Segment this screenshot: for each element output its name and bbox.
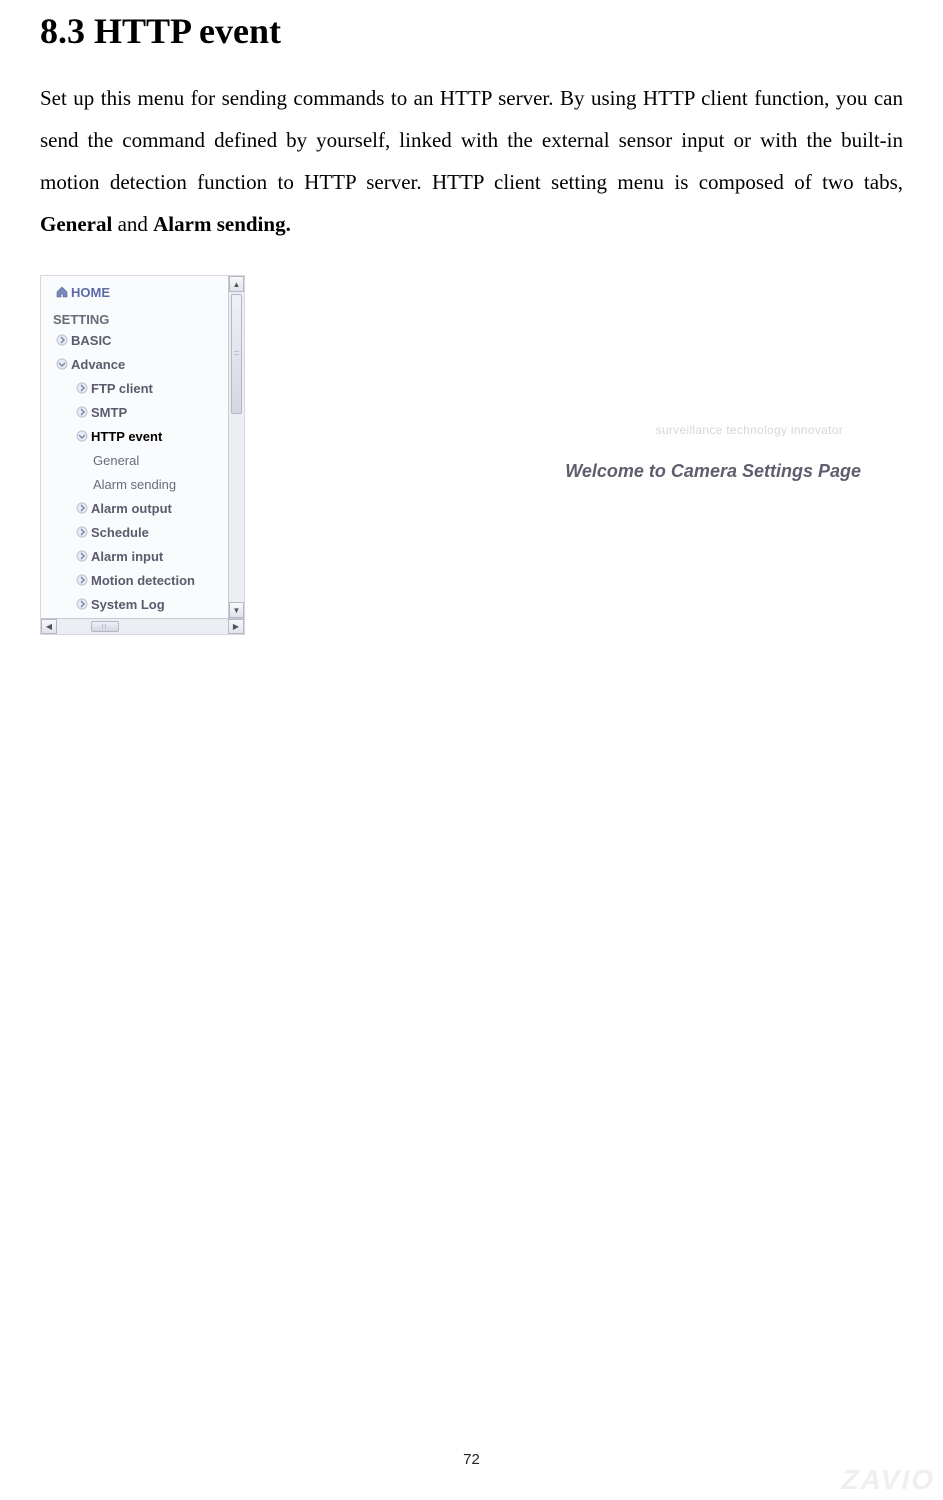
para-text-2: and [112, 212, 153, 236]
nav-alarm-input[interactable]: Alarm input [43, 544, 228, 568]
scroll-thumb-vertical[interactable] [231, 294, 242, 414]
arrow-right-icon [73, 406, 91, 418]
nav-motion-detection[interactable]: Motion detection [43, 568, 228, 592]
welcome-message: Welcome to Camera Settings Page [565, 461, 861, 482]
home-icon [53, 285, 71, 299]
nav-schedule[interactable]: Schedule [43, 520, 228, 544]
vertical-scrollbar[interactable]: ▲ ▼ [228, 276, 244, 618]
nav-system-log[interactable]: System Log [43, 592, 228, 616]
horizontal-scrollbar[interactable]: ◀ ▶ [41, 618, 244, 634]
arrow-down-icon [73, 430, 91, 442]
settings-sidebar: HOME SETTING BASIC Advance [40, 275, 245, 635]
nav-home-label: HOME [71, 285, 110, 300]
scroll-down-button[interactable]: ▼ [229, 602, 244, 618]
scroll-thumb-horizontal[interactable] [91, 621, 119, 632]
arrow-right-icon [73, 382, 91, 394]
nav-alarm-output-label: Alarm output [91, 501, 172, 516]
nav-http-general-label: General [93, 453, 139, 468]
arrow-right-icon [73, 526, 91, 538]
para-bold-alarm: Alarm sending. [153, 212, 291, 236]
nav-setting-header: SETTING [43, 304, 228, 328]
arrow-right-icon [73, 550, 91, 562]
arrow-right-icon [73, 574, 91, 586]
arrow-right-icon [53, 334, 71, 346]
page-number: 72 [0, 1451, 943, 1468]
nav-ftp-label: FTP client [91, 381, 153, 396]
nav-advance-label: Advance [71, 357, 125, 372]
intro-paragraph: Set up this menu for sending commands to… [40, 77, 903, 245]
content-pane: surveillance technology innovator Welcom… [245, 275, 903, 655]
nav-home[interactable]: HOME [43, 280, 228, 304]
nav-basic-label: BASIC [71, 333, 111, 348]
arrow-down-icon [53, 358, 71, 370]
section-heading: 8.3 HTTP event [40, 10, 903, 53]
nav-system-log-label: System Log [91, 597, 165, 612]
nav-smtp[interactable]: SMTP [43, 400, 228, 424]
nav-schedule-label: Schedule [91, 525, 149, 540]
nav-http-alarm-label: Alarm sending [93, 477, 176, 492]
nav-alarm-output[interactable]: Alarm output [43, 496, 228, 520]
nav-advance[interactable]: Advance [43, 352, 228, 376]
nav-ftp-client[interactable]: FTP client [43, 376, 228, 400]
brand-tagline: surveillance technology innovator [656, 423, 843, 437]
scroll-up-button[interactable]: ▲ [229, 276, 244, 292]
nav-http-general[interactable]: General [43, 448, 228, 472]
nav-http-alarm-sending[interactable]: Alarm sending [43, 472, 228, 496]
brand-watermark: ZAVIO [842, 1464, 935, 1496]
nav-http-event[interactable]: HTTP event [43, 424, 228, 448]
scroll-left-button[interactable]: ◀ [41, 619, 57, 634]
arrow-right-icon [73, 598, 91, 610]
nav-http-event-label: HTTP event [91, 429, 162, 444]
nav-motion-label: Motion detection [91, 573, 195, 588]
para-text-1: Set up this menu for sending commands to… [40, 86, 903, 194]
settings-screenshot: HOME SETTING BASIC Advance [40, 275, 903, 655]
nav-basic[interactable]: BASIC [43, 328, 228, 352]
arrow-right-icon [73, 502, 91, 514]
nav-smtp-label: SMTP [91, 405, 127, 420]
nav-alarm-input-label: Alarm input [91, 549, 163, 564]
para-bold-general: General [40, 212, 112, 236]
scroll-right-button[interactable]: ▶ [228, 619, 244, 634]
